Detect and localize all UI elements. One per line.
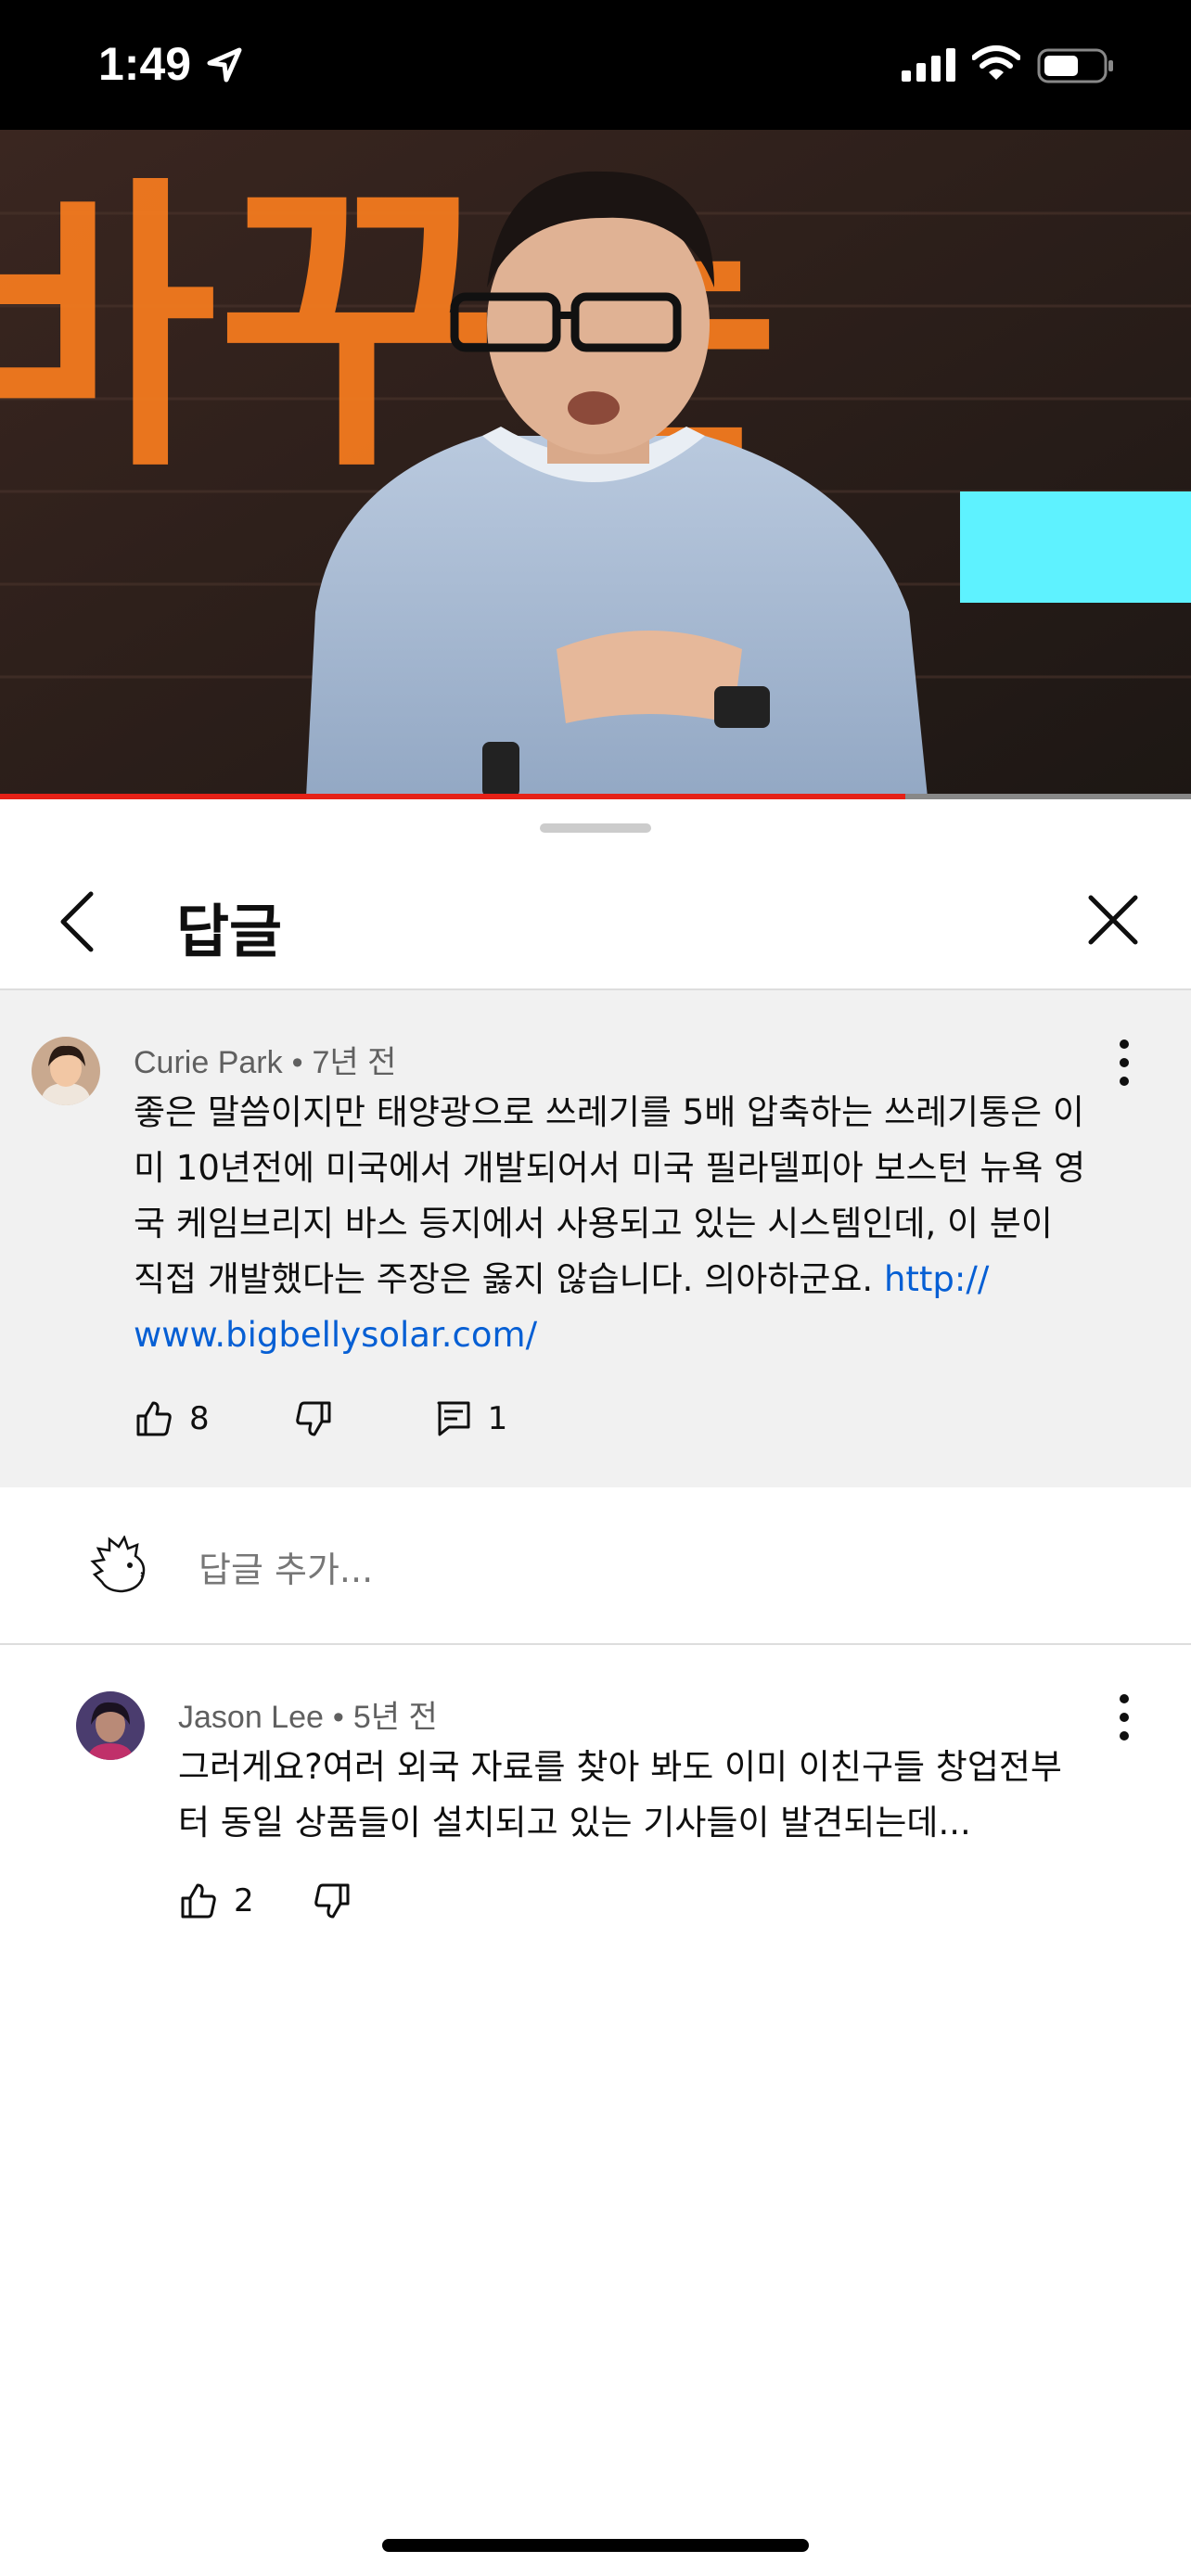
thumbs-up-icon [181, 1883, 216, 1919]
comment-time: 7년 전 [312, 1045, 397, 1080]
reply-count: 1 [487, 1400, 508, 1437]
video-frame: 바꾸는 [0, 130, 1191, 797]
location-arrow-icon [207, 47, 242, 83]
comment-author[interactable]: Jason Lee [178, 1700, 324, 1735]
comment-author[interactable]: Curie Park [134, 1045, 283, 1080]
like-button[interactable]: 8 [135, 1400, 210, 1437]
avatar[interactable] [76, 1691, 145, 1760]
reply-input-row[interactable]: 답글 추가... [0, 1487, 1191, 1643]
reply-count-button[interactable]: 1 [436, 1400, 508, 1437]
battery-icon [1037, 48, 1113, 83]
user-avatar [89, 1536, 150, 1597]
video-player[interactable]: 바꾸는 [0, 130, 1191, 797]
comment-actions: 8 1 [135, 1400, 507, 1437]
comment-time: 5년 전 [352, 1700, 438, 1735]
reply-input[interactable]: 답글 추가... [198, 1541, 373, 1592]
status-bar: 1:49 [0, 0, 1191, 130]
thumbs-up-icon [136, 1401, 172, 1436]
more-options-icon[interactable] [1106, 1690, 1143, 1745]
thumbs-down-icon [314, 1883, 350, 1919]
more-options-icon[interactable] [1106, 1035, 1143, 1090]
sheet-drag-handle[interactable] [540, 823, 651, 833]
parent-comment: Curie Park • 7년 전 좋은 말씀이지만 태양광으로 쓰레기를 5배 압… [0, 990, 1191, 1487]
like-count: 2 [234, 1882, 254, 1919]
comment-actions: 2 [180, 1882, 351, 1919]
comment-text: 그러게요?여러 외국 자료를 찾아 봐도 이미 이친구들 창업전부 터 동일 상… [178, 1747, 1062, 1843]
status-time: 1:49 [98, 38, 192, 90]
dislike-button[interactable] [295, 1400, 332, 1437]
dislike-button[interactable] [314, 1882, 351, 1919]
comment-meta: Jason Lee • 5년 전 [178, 1700, 438, 1735]
comment-meta: Curie Park • 7년 전 [134, 1045, 397, 1080]
comment-icon [437, 1401, 470, 1436]
cellular-signal-icon [902, 48, 955, 82]
comment-text: 좋은 말씀이지만 태양광으로 쓰레기를 5배 압축하는 쓰레기통은 이 미 10… [134, 1085, 1163, 1363]
thumbs-down-icon [295, 1401, 331, 1436]
back-arrow-icon[interactable] [54, 888, 100, 955]
like-count: 8 [189, 1400, 210, 1437]
replies-sheet: 답글 Curie Park • 7년 전 좋은 말씀이지만 태양광으로 쓰레기를 5… [0, 799, 1191, 2576]
like-button[interactable]: 2 [180, 1882, 254, 1919]
close-icon[interactable] [1085, 892, 1141, 948]
input-divider [0, 1643, 1191, 1645]
avatar[interactable] [32, 1037, 100, 1105]
wifi-icon [972, 45, 1020, 80]
home-indicator [382, 2539, 809, 2552]
panel-title: 답글 [176, 898, 283, 965]
